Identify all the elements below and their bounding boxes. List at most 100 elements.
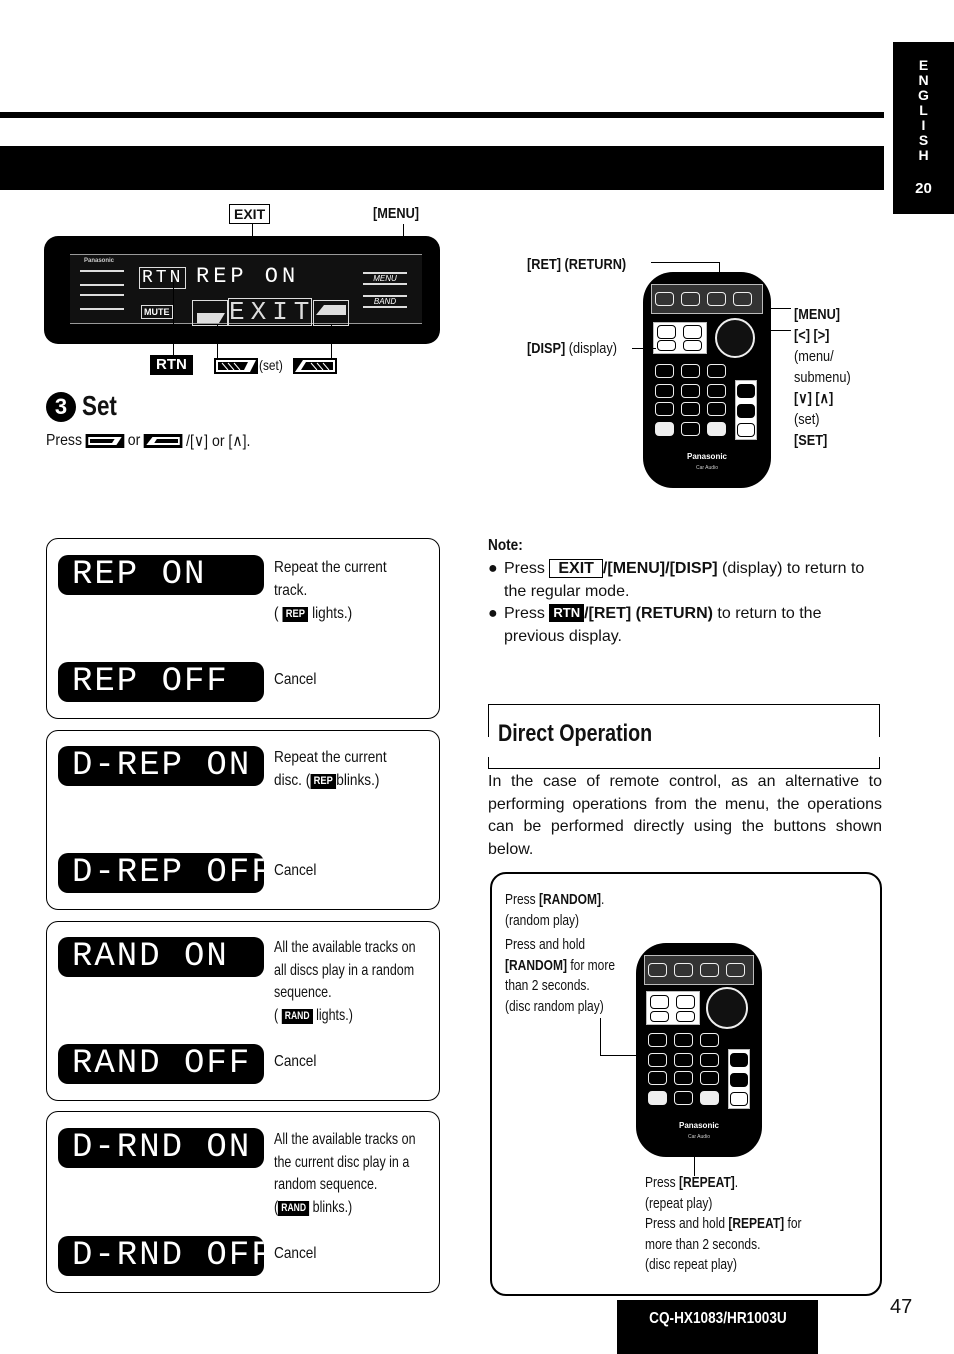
remote-button[interactable] — [700, 1091, 719, 1105]
remote-up-button[interactable] — [737, 384, 755, 398]
lang-letter: G — [918, 87, 929, 103]
display-rtn-button[interactable]: RTN — [139, 267, 187, 289]
display-exit-button[interactable]: EXIT — [228, 298, 312, 326]
remote-key-2[interactable] — [674, 1033, 693, 1047]
remote-key-0[interactable] — [674, 1091, 693, 1105]
remote-button[interactable] — [676, 1011, 695, 1022]
exit-key-badge: EXIT — [549, 559, 603, 578]
up-triangle-icon — [316, 305, 346, 315]
instr-text: Press and hold — [645, 1215, 729, 1232]
desc-text: ( — [274, 1006, 279, 1024]
note-keys: /[RET] (RETURN) — [584, 605, 713, 622]
rep-indicator-badge: REP — [310, 774, 337, 789]
remote-dial[interactable] — [715, 318, 755, 358]
remote-down-button[interactable] — [730, 1073, 748, 1087]
remote-key-6[interactable] — [707, 384, 726, 398]
remote-sub-brand: Car Audio — [688, 1134, 710, 1140]
top-rule — [0, 112, 884, 118]
remote-button[interactable] — [707, 422, 726, 436]
remote-dial[interactable] — [706, 987, 748, 1029]
rep-indicator-badge: REP — [282, 607, 309, 622]
section-frame-bottom — [488, 757, 880, 769]
remote-key-8[interactable] — [674, 1071, 693, 1085]
remote-button[interactable] — [726, 963, 745, 977]
instr-text: more than 2 seconds. — [645, 1235, 761, 1253]
remote-mute-button[interactable] — [737, 423, 755, 437]
instr-text: for — [784, 1215, 802, 1232]
d-rep-on-description: Repeat the current disc. (REP blinks.) — [274, 746, 440, 792]
remote-key-5[interactable] — [681, 384, 700, 398]
rand-on-description: All the available tracks on all discs pl… — [274, 937, 442, 1027]
head-unit-brand: Panasonic — [84, 258, 115, 264]
remote-key-2[interactable] — [681, 364, 700, 378]
left-right-key-label: [<] [>] — [794, 327, 830, 344]
language-tab: E N G L I S H 20 — [893, 42, 954, 214]
leader-line — [600, 1055, 638, 1056]
remote-button[interactable] — [681, 292, 700, 306]
remote-repeat-key[interactable] — [700, 1053, 719, 1067]
remote-button[interactable] — [657, 325, 676, 339]
d-rnd-off-description: Cancel — [274, 1245, 317, 1262]
remote-button[interactable] — [700, 963, 719, 977]
disp-caption: (display) — [568, 340, 617, 357]
d-rep-off-description: Cancel — [274, 862, 317, 879]
remote-button[interactable] — [683, 325, 702, 339]
desc-line: All the available tracks on — [274, 1131, 416, 1148]
ret-return-label: [RET] (RETURN) — [527, 256, 627, 273]
remote-key-9[interactable] — [700, 1071, 719, 1085]
remote-key-8[interactable] — [681, 402, 700, 416]
bullet-icon: ● — [488, 605, 498, 622]
remote-key-7[interactable] — [655, 402, 674, 416]
remote-key-3[interactable] — [700, 1033, 719, 1047]
remote-button[interactable] — [648, 963, 667, 977]
remote-key-3[interactable] — [707, 364, 726, 378]
remote-mute-button[interactable] — [730, 1092, 748, 1106]
lang-letter: N — [918, 72, 929, 88]
remote-key-1[interactable] — [655, 364, 674, 378]
menu-button[interactable]: MENU — [363, 272, 407, 285]
instr-text: Press — [505, 891, 540, 908]
remote-button[interactable] — [676, 995, 695, 1009]
remote-random-key[interactable] — [648, 1053, 667, 1067]
lang-letter: H — [918, 147, 929, 163]
lcd-rep-off: REP OFF — [58, 662, 264, 702]
repeat-instructions: Press [REPEAT]. (repeat play) Press and … — [645, 1173, 802, 1276]
leader-line — [763, 308, 791, 309]
note-item: ● Press RTN/[RET] (RETURN) to return to … — [488, 603, 882, 648]
desc-line: random sequence. — [274, 1176, 378, 1193]
mute-button[interactable]: MUTE — [141, 305, 173, 319]
lang-letter: S — [918, 132, 929, 148]
remote-scan-key[interactable] — [674, 1053, 693, 1067]
remote-button[interactable] — [655, 292, 674, 306]
desc-text: blinks.) — [336, 772, 380, 789]
remote-key-7[interactable] — [648, 1071, 667, 1085]
instr-text: than 2 seconds. — [505, 977, 590, 994]
page-number: 47 — [890, 1296, 913, 1318]
desc-line: Repeat the current — [274, 749, 387, 766]
remote-up-button[interactable] — [730, 1053, 748, 1067]
remote-button[interactable] — [683, 340, 702, 351]
remote-ret-button[interactable] — [707, 292, 726, 306]
note-text: Press — [504, 560, 545, 577]
band-button[interactable]: BAND — [363, 295, 407, 308]
remote-button[interactable] — [650, 995, 669, 1009]
remote-button[interactable] — [650, 1011, 669, 1022]
remote-button[interactable] — [648, 1091, 667, 1105]
remote-key-4[interactable] — [655, 384, 674, 398]
lang-letter: E — [918, 57, 929, 73]
desc-text: disc. ( — [274, 772, 311, 789]
remote-key-0[interactable] — [681, 422, 700, 436]
key-caption: (menu/ — [794, 348, 834, 365]
down-set-button[interactable] — [192, 300, 228, 326]
remote-button[interactable] — [655, 422, 674, 436]
desc-text: blinks.) — [312, 1198, 353, 1216]
repeat-key: [REPEAT] — [728, 1215, 785, 1232]
remote-button[interactable] — [674, 963, 693, 977]
remote-key-9[interactable] — [707, 402, 726, 416]
random-hold-instruction: Press and hold [RANDOM] for more than 2 … — [505, 935, 615, 1017]
remote-down-button[interactable] — [737, 404, 755, 418]
remote-menu-button[interactable] — [733, 292, 752, 306]
remote-key-1[interactable] — [648, 1033, 667, 1047]
up-button[interactable] — [313, 300, 349, 326]
remote-disp-button[interactable] — [657, 340, 676, 351]
